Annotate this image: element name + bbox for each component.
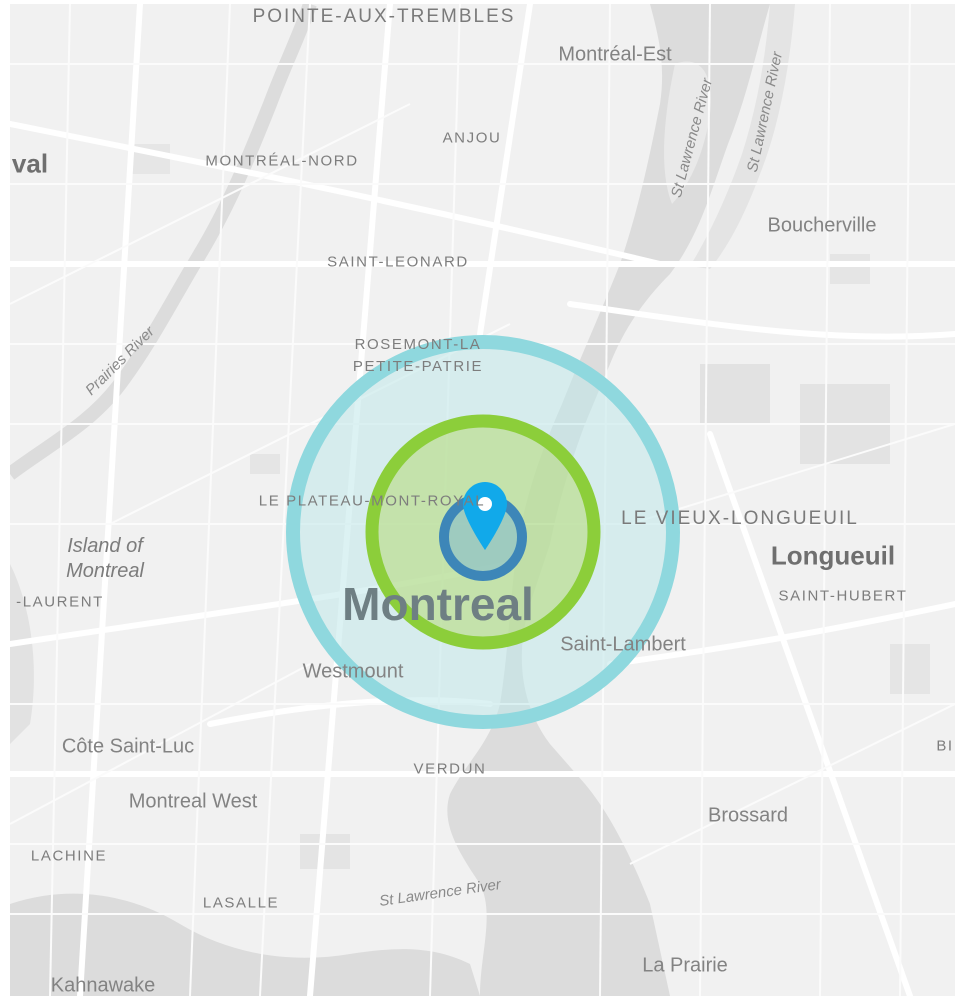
label-edge-partial: BI (936, 737, 954, 755)
label-westmount: Westmount (302, 660, 404, 683)
label-montreal-nord: MONTRÉAL-NORD (205, 152, 359, 170)
label-rosemont-line1: ROSEMONT-LA (354, 336, 482, 353)
label-saint-laurent: -LAURENT (16, 593, 104, 611)
label-brossard: Brossard (707, 804, 789, 827)
label-saint-lambert: Saint-Lambert (560, 633, 686, 656)
label-rosemont-petite-patrie: ROSEMONT-LA PETITE-PATRIE (353, 334, 483, 378)
label-montreal-west: Montreal West (128, 790, 258, 813)
label-island-of-montreal: Island of Montreal (66, 534, 144, 584)
label-anjou: ANJOU (442, 129, 502, 147)
label-lasalle: LASALLE (202, 894, 280, 912)
label-pointe-aux-trembles: POINTE-AUX-TREMBLES (252, 6, 516, 27)
label-island-line1: Island of (67, 535, 143, 557)
label-island-line2: Montreal (66, 560, 144, 582)
label-cote-saint-luc: Côte Saint-Luc (61, 735, 195, 758)
label-montreal: Montreal (342, 578, 534, 630)
label-kahnawake: Kahnawake (50, 974, 156, 996)
label-vieux-longueuil: LE VIEUX-LONGUEUIL (621, 508, 859, 529)
label-verdun: VERDUN (413, 760, 487, 778)
label-boucherville: Boucherville (767, 214, 877, 237)
map-canvas[interactable]: POINTE-AUX-TREMBLES Montréal-Est ANJOU v… (10, 4, 955, 996)
label-longueuil: Longueuil (770, 540, 896, 571)
label-saint-hubert: SAINT-HUBERT (778, 587, 908, 605)
label-montreal-est: Montréal-Est (558, 43, 672, 66)
label-la-prairie: La Prairie (642, 954, 728, 977)
label-plateau-mont-royal: LE PLATEAU-MONT-ROYAL (258, 492, 486, 510)
label-laval: val (11, 148, 49, 179)
label-saint-leonard: SAINT-LEONARD (327, 253, 469, 271)
label-rosemont-line2: PETITE-PATRIE (352, 358, 484, 375)
label-lachine: LACHINE (30, 847, 108, 865)
